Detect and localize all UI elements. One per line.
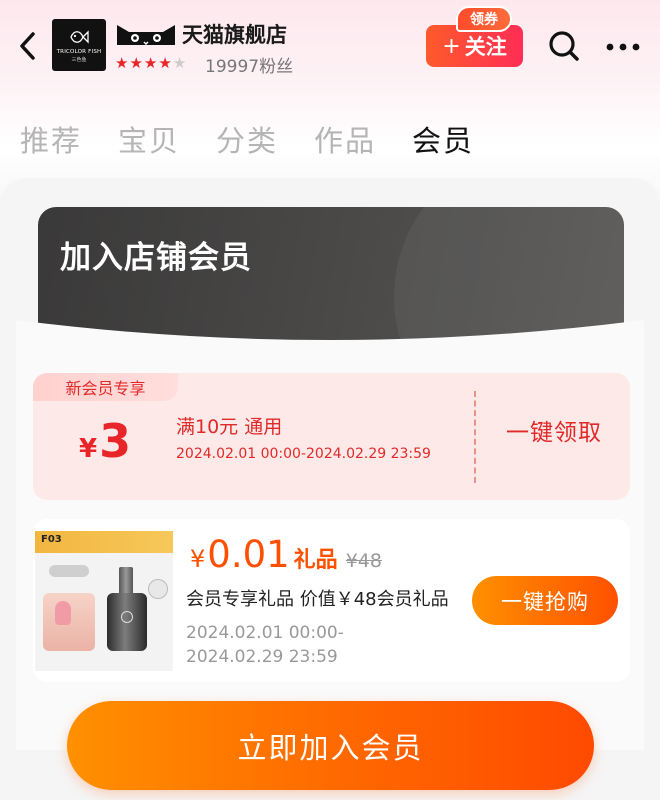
- buy-gift-button[interactable]: 一键抢购: [472, 576, 618, 625]
- star-icon: ★: [129, 54, 143, 72]
- chevron-left-icon: [20, 32, 35, 60]
- bottle-logo-image: [121, 611, 133, 623]
- star-icon: ★: [158, 54, 172, 72]
- follow-label: 关注: [464, 35, 507, 59]
- coupon-condition: 满10元 通用: [176, 416, 283, 438]
- more-icon: [606, 43, 640, 51]
- tab-member[interactable]: 会员: [412, 118, 510, 160]
- member-gift-card[interactable]: F03 ¥ 0.01 礼品 ¥48 会员专享礼品 价值￥48会员礼品 2024.…: [33, 519, 630, 682]
- gift-product-image[interactable]: F03: [35, 531, 173, 671]
- search-button[interactable]: [546, 28, 582, 64]
- gift-price-label: 礼品: [293, 548, 338, 573]
- store-tabs: 推荐 宝贝 分类 作品 会员: [20, 118, 510, 160]
- gift-validity-end: 2024.02.29 23:59: [186, 647, 338, 667]
- gift-price: ¥ 0.01 礼品 ¥48: [190, 533, 382, 576]
- star-icon: ★: [143, 54, 158, 72]
- coupon-validity: 2024.02.01 00:00-2024.02.29 23:59: [176, 446, 431, 462]
- store-logo[interactable]: TRICOLOR FISH 三色鱼: [52, 19, 106, 71]
- search-icon: [549, 31, 579, 61]
- star-empty-icon: ★: [172, 54, 187, 72]
- fish-logo-icon: [70, 29, 89, 44]
- star-icon: ★: [115, 54, 129, 72]
- more-button[interactable]: [601, 30, 645, 64]
- coupon-currency: ¥: [79, 434, 98, 464]
- coupon-badge: 新会员专享: [33, 373, 178, 401]
- gift-validity-start: 2024.02.01 00:00-: [186, 623, 344, 643]
- brush-image: [49, 565, 89, 577]
- plus-icon: +: [442, 33, 461, 59]
- new-member-coupon: 新会员专享 ¥ 3 满10元 通用 2024.02.01 00:00-2024.…: [33, 373, 630, 500]
- gift-price-value: 0.01: [207, 533, 290, 576]
- nail-image: [55, 601, 71, 625]
- fans-count: 19997粉丝: [205, 57, 294, 77]
- tab-works[interactable]: 作品: [314, 118, 412, 160]
- coupon-amount: ¥ 3: [79, 413, 131, 469]
- store-header: TRICOLOR FISH 三色鱼 天猫旗舰店 ★ ★ ★ ★ ★ 19997粉…: [0, 0, 660, 92]
- store-name[interactable]: 天猫旗舰店: [182, 19, 287, 49]
- coupon-value: 3: [99, 414, 132, 468]
- tab-category[interactable]: 分类: [216, 118, 314, 160]
- tab-recommend[interactable]: 推荐: [20, 118, 118, 160]
- tab-items[interactable]: 宝贝: [118, 118, 216, 160]
- tmall-cat-icon: [115, 23, 177, 51]
- store-rating: ★ ★ ★ ★ ★: [115, 54, 186, 72]
- logo-text: TRICOLOR FISH: [56, 48, 102, 55]
- claim-coupon-button[interactable]: 一键领取: [485, 413, 623, 447]
- gift-title: 会员专享礼品 价值￥48会员礼品: [186, 589, 449, 610]
- back-button[interactable]: [10, 24, 46, 68]
- logo-subtext: 三色鱼: [71, 56, 87, 63]
- coupon-divider: [474, 391, 476, 483]
- gift-currency: ¥: [190, 545, 206, 573]
- gift-original-price: ¥48: [345, 550, 382, 572]
- join-member-button[interactable]: 立即加入会员: [67, 701, 594, 790]
- badge-image: [148, 579, 168, 599]
- coupon-tag[interactable]: 领券: [456, 6, 512, 32]
- member-card-title: 加入店铺会员: [60, 240, 252, 276]
- bottle-cap-image: [119, 567, 133, 595]
- image-label: F03: [41, 534, 62, 545]
